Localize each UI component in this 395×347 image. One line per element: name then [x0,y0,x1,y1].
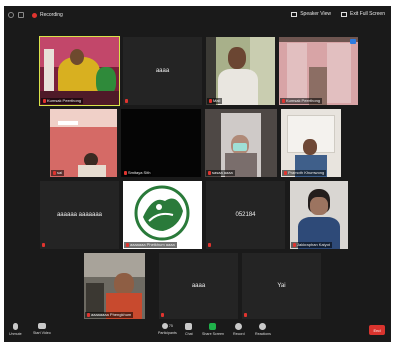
participant-tile[interactable]: aaaaaaa Phetkhum aaaa [123,181,202,249]
chat-bubble-icon [185,323,193,330]
participant-display-name: aaaaaa aaaaaaa [56,212,103,218]
participant-name-tag: Kumsak Peerthong [41,98,84,104]
participant-tile[interactable]: Smitaya Sith [121,109,201,177]
muted-mic-icon [208,243,211,247]
participants-label: Participants [158,331,177,335]
muted-mic-icon [282,99,285,103]
chat-button[interactable]: Chat [185,323,193,336]
participant-video [290,181,348,249]
participant-tile[interactable]: Pramoth Khumwong [281,109,341,177]
muted-mic-icon [284,171,287,175]
meeting-toolbar: Unmute Start Video 75 Participants Chat … [4,320,391,342]
participant-tile[interactable]: aaaa [123,37,202,105]
participant-tile[interactable]: sasaa aaaa [205,109,277,177]
participant-tile[interactable]: sai [50,109,117,177]
unmute-button[interactable]: Unmute [9,323,22,336]
end-meeting-button[interactable]: End [369,325,385,335]
muted-mic-icon [53,171,56,175]
share-screen-button[interactable]: Share Screen [202,323,224,336]
record-label: Record [233,332,245,336]
participant-tile[interactable]: aaaaaaaa Phengkhum [84,253,145,319]
participant-display-name: Yai [277,283,286,289]
participant-name-tag: Jakkraphan Kaiyot [291,242,332,248]
unmute-label: Unmute [9,332,22,336]
recording-dot-icon [32,12,37,18]
start-video-label: Start Video [33,331,51,335]
participant-logo-image [123,181,202,249]
end-label: End [373,327,381,333]
speaker-view-button[interactable]: Speaker View [291,11,331,17]
zoom-meeting-window: Recording Speaker View Exit Full Screen … [4,6,391,342]
share-screen-icon [209,323,217,330]
participant-display-name: 052184 [235,212,256,218]
participants-button[interactable]: 75 Participants [158,323,177,335]
participant-name-tag: Smitaya Sith [122,170,153,176]
microphone-icon [12,323,18,330]
participant-display-name: aaaa [155,68,170,74]
exit-fullscreen-label: Exit Full Screen [349,11,385,17]
participant-name-tag: Kumsak Peerthong [280,98,323,104]
muted-mic-icon [42,243,45,247]
speaker-view-label: Speaker View [300,11,331,17]
video-camera-icon [37,323,46,329]
pin-icon[interactable] [350,39,356,44]
muted-mic-icon [125,99,128,103]
participant-name-tag: sai [51,170,65,176]
participant-name-tag: Pramoth Khumwong [282,170,327,176]
muted-mic-icon [161,313,164,317]
participant-display-name: aaaa [191,283,206,289]
participant-video [206,37,275,105]
participant-tile[interactable]: aaaaaa aaaaaaa [40,181,119,249]
meeting-info-icon[interactable] [8,12,14,18]
participant-name-tag: aaaaaaa Phetkhum aaaa [124,242,177,248]
reactions-smiley-icon [259,323,267,330]
participants-icon [161,323,168,329]
share-screen-label: Share Screen [202,332,224,336]
participant-video [40,37,119,105]
participant-tile[interactable]: Yai [242,253,321,319]
participant-video [279,37,358,105]
participant-video [281,109,341,177]
participant-tile[interactable]: Mali [206,37,275,105]
recording-label: Recording [40,12,63,18]
record-button[interactable]: Record [233,323,245,336]
recording-indicator: Recording [32,12,63,18]
participant-video [84,253,145,319]
reactions-label: Reactions [255,332,271,336]
reactions-button[interactable]: Reactions [255,323,271,336]
exit-fullscreen-button[interactable]: Exit Full Screen [340,11,385,17]
record-icon [235,323,243,330]
muted-mic-icon [43,99,46,103]
grid-view-icon [291,11,298,17]
participant-name-tag: sasaa aaaa [206,170,235,176]
chat-label: Chat [185,332,193,336]
participant-name-tag: aaaaaaaa Phengkhum [85,312,134,318]
participant-tile[interactable]: 052184 [206,181,285,249]
participant-tile[interactable]: Jakkraphan Kaiyot [290,181,348,249]
participant-tile-active-speaker[interactable]: Kumsak Peerthong [39,36,120,106]
participant-name-tag: Mali [207,98,223,104]
muted-mic-icon [293,243,296,247]
muted-mic-icon [124,171,127,175]
muted-mic-icon [126,243,129,247]
muted-mic-icon [87,313,90,317]
participant-video [50,109,117,177]
participant-tile[interactable]: Kumsak Peerthong [279,37,358,105]
muted-mic-icon [209,99,212,103]
top-bar: Recording Speaker View Exit Full Screen [4,6,391,24]
participants-count: 75 [168,324,173,328]
exit-fullscreen-icon [340,11,347,17]
start-video-button[interactable]: Start Video [33,323,51,335]
security-shield-icon[interactable] [18,12,24,18]
participant-tile[interactable]: aaaa [159,253,238,319]
participant-video [205,109,277,177]
muted-mic-icon [208,171,211,175]
muted-mic-icon [244,313,247,317]
